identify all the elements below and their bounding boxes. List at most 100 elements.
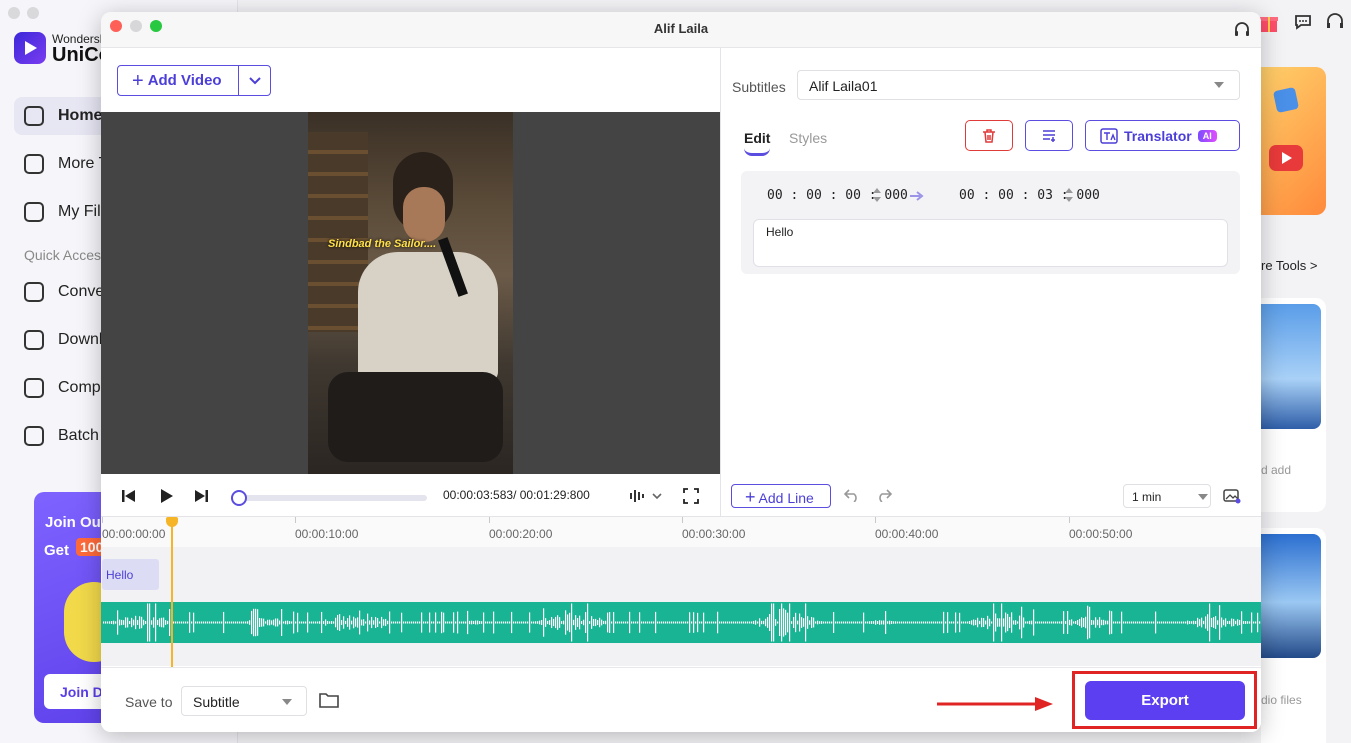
waveform-bar [1227,621,1229,624]
waveform-bar [1257,612,1259,633]
fullscreen-icon[interactable] [683,488,699,504]
add-video-dropdown[interactable] [239,66,270,95]
waveform-bar [429,612,431,633]
end-time-stepper[interactable] [1064,187,1074,203]
waveform-bar [419,621,421,624]
progress-handle[interactable] [230,490,247,506]
list-add-icon [1043,129,1055,142]
waveform-bar [211,621,213,624]
timeline-zoom-select[interactable]: 1 min [1123,484,1211,508]
audio-waveform-track[interactable] [101,602,1261,643]
waveform-bar [1071,619,1073,626]
undo-icon[interactable] [844,488,860,502]
subtitle-clip[interactable]: Hello [102,559,159,590]
waveform-bar [1099,617,1101,628]
waveform-bar [529,612,531,633]
feature-card[interactable] [1261,67,1326,215]
redo-icon[interactable] [876,488,892,502]
waveform-bar [545,618,547,627]
subtitle-entry-card: 00 : 00 : 00 : 000 00 : 00 : 03 : 000 He… [741,171,1240,274]
waveform-bar [763,620,765,625]
export-button[interactable]: Export [1085,681,1245,720]
waveform-bar [1081,617,1083,628]
play-icon[interactable] [156,486,176,506]
waveform-bar [457,611,459,634]
chat-icon[interactable] [1293,12,1313,37]
waveform-bar [297,612,299,633]
add-line-button[interactable]: + Add Line [731,484,831,508]
waveform-bar [1223,619,1225,626]
waveform-bar [1163,621,1165,624]
timeline[interactable]: 00:00:00:00 00:00:10:00 00:00:20:00 00:0… [101,516,1261,667]
next-frame-icon[interactable] [191,486,211,506]
playhead[interactable] [171,517,173,667]
waveform-bar [977,617,979,628]
folder-icon[interactable] [319,692,339,708]
delete-subtitle-button[interactable] [965,120,1013,151]
progress-slider[interactable] [230,490,427,506]
waveform-bar [1191,621,1193,624]
waveform-bar [819,621,821,624]
subtitle-track-select[interactable]: Alif Laila01 [797,70,1240,100]
annotation-arrow [937,697,1053,711]
waveform-bar [879,620,881,625]
waveform-bar [811,616,813,629]
waveform-bar [621,621,623,624]
waveform-bar [443,612,445,633]
subtitle-text-input[interactable]: Hello [753,219,1228,267]
person-body [358,252,498,382]
translator-button[interactable]: Translator AI [1085,120,1240,151]
waveform-bar [903,621,905,624]
waveform-bar [115,621,117,624]
audio-waveform-icon[interactable] [629,488,663,504]
waveform-bar [997,618,999,627]
tab-edit[interactable]: Edit [744,130,770,146]
waveform-bar [573,619,575,626]
subtitle-list-button[interactable] [1025,120,1073,151]
headset-icon[interactable] [1325,12,1345,37]
waveform-bar [667,621,669,624]
waveform-bar [961,621,963,624]
start-time-field[interactable]: 00 : 00 : 00 : 000 [767,188,908,203]
window-min-dot[interactable] [27,7,39,19]
waveform-bar [849,621,851,624]
waveform-bar [765,618,767,627]
waveform-bar [991,621,993,624]
waveform-bar [1193,620,1195,625]
add-video-button[interactable]: + Add Video [118,66,240,95]
waveform-bar [627,621,629,624]
end-time-field[interactable]: 00 : 00 : 03 : 000 [959,188,1100,203]
previous-frame-icon[interactable] [119,486,139,506]
support-headset-icon[interactable] [1233,21,1251,39]
waveform-bar [143,619,145,626]
waveform-bar [861,621,863,624]
tool-card[interactable] [1261,528,1326,743]
waveform-bar [273,619,275,626]
waveform-bar [541,620,543,625]
waveform-bar [303,621,305,624]
tab-styles[interactable]: Styles [789,130,827,146]
waveform-bar [979,620,981,625]
waveform-bar [593,619,595,626]
waveform-bar [241,621,243,624]
waveform-bar [995,613,997,632]
gift-icon[interactable] [1258,12,1280,39]
video-preview[interactable]: Sindbad the Sailor.... [101,112,720,474]
waveform-bar [445,621,447,624]
waveform-bar [381,616,383,629]
snapshot-icon[interactable] [1223,488,1241,504]
waveform-bar [859,621,861,624]
start-time-stepper[interactable] [872,187,882,203]
tool-card[interactable] [1261,298,1326,512]
waveform-bar [417,621,419,624]
waveform-bar [733,621,735,624]
more-tools-link[interactable]: re Tools > [1261,258,1318,273]
time-ruler[interactable]: 00:00:00:00 00:00:10:00 00:00:20:00 00:0… [101,517,1261,547]
waveform-bar [111,621,113,624]
waveform-bar [969,620,971,625]
waveform-bar [1231,618,1233,627]
window-close-dot[interactable] [8,7,20,19]
waveform-bar [415,621,417,624]
save-to-select[interactable]: Subtitle [181,686,307,716]
waveform-bar [371,616,373,629]
